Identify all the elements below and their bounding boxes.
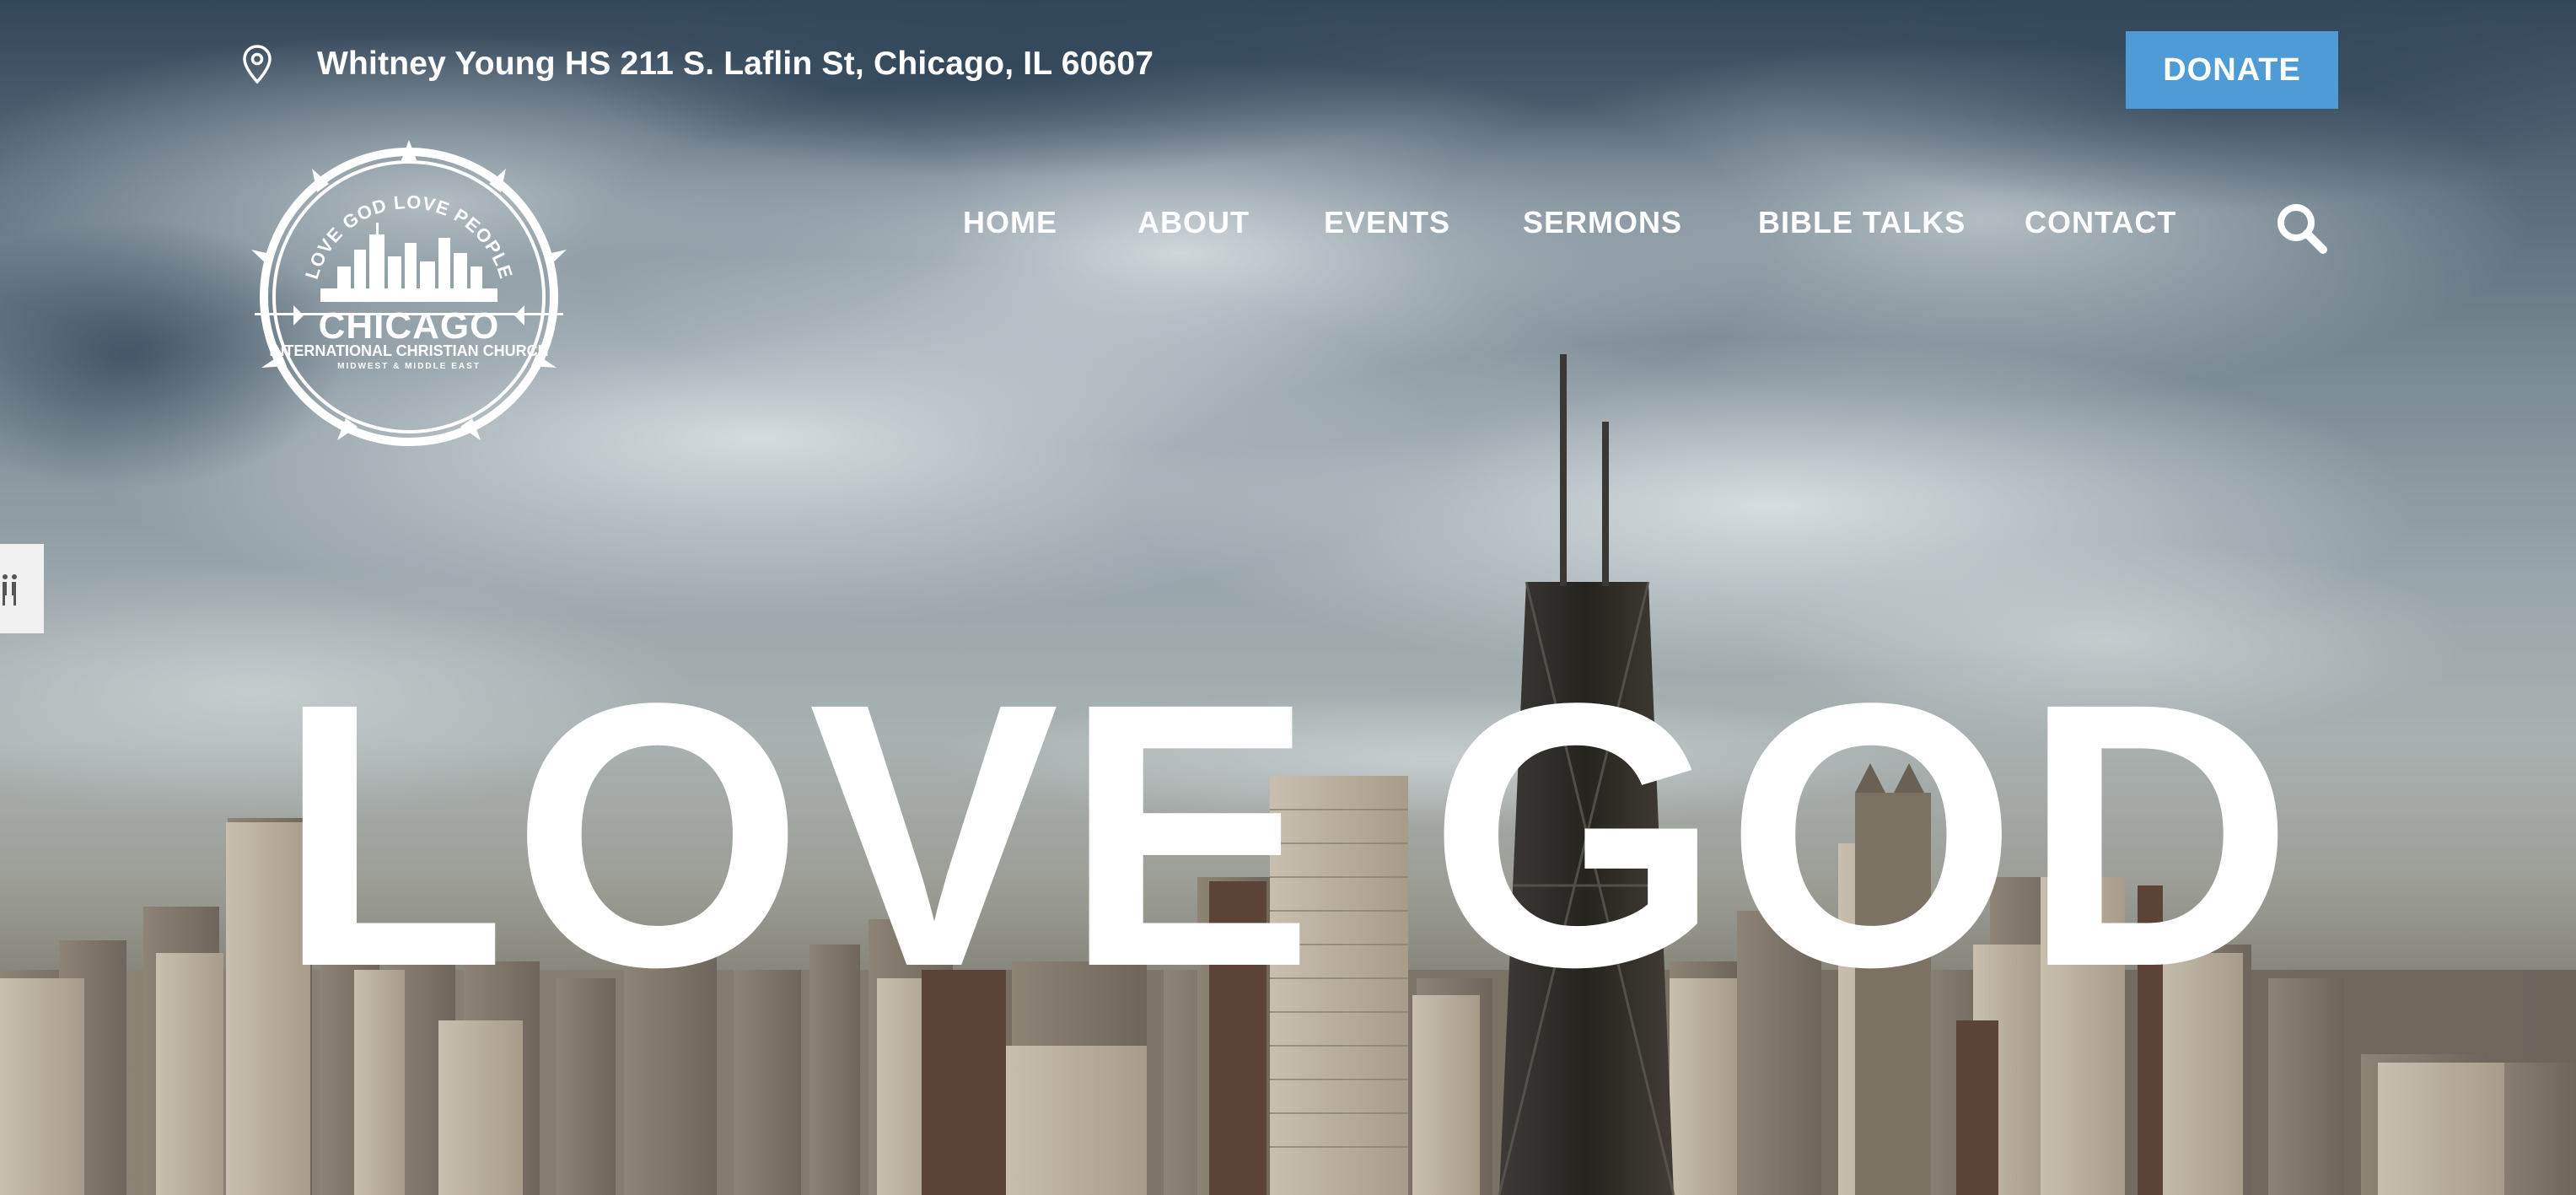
nav-item-events[interactable]: EVENTS bbox=[1324, 205, 1450, 240]
nav-item-contact[interactable]: CONTACT bbox=[2025, 205, 2176, 240]
logo-church-name: INTERNATIONAL CHRISTIAN CHURCH bbox=[269, 342, 549, 359]
nav-item-sermons[interactable]: SERMONS bbox=[1523, 205, 1682, 240]
nav-item-about[interactable]: ABOUT bbox=[1137, 205, 1250, 240]
search-icon[interactable] bbox=[2274, 201, 2328, 255]
address-row: Whitney Young HS 211 S. Laflin St, Chica… bbox=[241, 44, 1154, 84]
hero-section: Whitney Young HS 211 S. Laflin St, Chica… bbox=[0, 0, 2576, 1195]
accessibility-icon bbox=[3, 574, 17, 606]
church-logo[interactable]: LOVE GOD LOVE PEOPLE CHICAGO INTERNATION… bbox=[236, 140, 582, 454]
location-pin-icon bbox=[243, 45, 272, 84]
hero-headline: LOVE GOD bbox=[277, 626, 2299, 1045]
logo-city: CHICAGO bbox=[318, 305, 500, 347]
nav-item-home[interactable]: HOME bbox=[963, 205, 1057, 240]
nav-item-bible-talks[interactable]: BIBLE TALKS bbox=[1758, 205, 1966, 240]
donate-button[interactable]: DONATE bbox=[2126, 31, 2338, 109]
accessibility-tab[interactable] bbox=[0, 544, 44, 633]
address-text: Whitney Young HS 211 S. Laflin St, Chica… bbox=[317, 46, 1154, 82]
logo-region: MIDWEST & MIDDLE EAST bbox=[337, 362, 481, 371]
crown-of-thorns-emblem: LOVE GOD LOVE PEOPLE bbox=[251, 140, 567, 446]
